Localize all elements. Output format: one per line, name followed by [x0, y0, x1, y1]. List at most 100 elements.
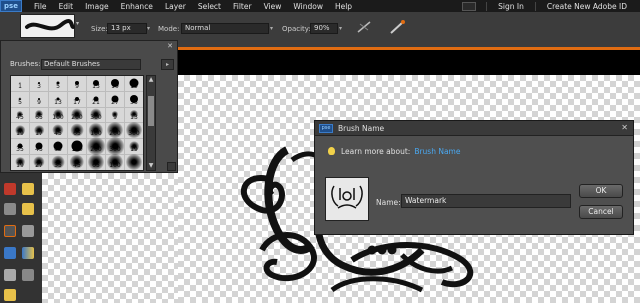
chevron-down-icon[interactable]: ▾ [270, 25, 273, 32]
brush-preset[interactable]: 1 [11, 76, 29, 91]
brush-tip-icon [111, 111, 119, 118]
brush-preset[interactable]: 200 [87, 137, 105, 155]
sign-in-link[interactable]: Sign In [493, 2, 529, 11]
brush-tip-icon [75, 80, 79, 85]
brush-preset[interactable] [125, 153, 143, 170]
close-icon[interactable]: ✕ [167, 42, 173, 50]
brush-preset[interactable]: 27 [30, 155, 48, 170]
brush-preset[interactable]: 17 [30, 123, 48, 139]
scroll-thumb[interactable] [148, 96, 154, 126]
brush-preset[interactable]: 19 [125, 139, 143, 155]
brush-preset[interactable]: 45 [49, 123, 67, 139]
brush-preset[interactable]: 300 [106, 137, 124, 155]
brush-preset[interactable]: 9 [30, 91, 48, 107]
opacity-field[interactable]: 90% [310, 23, 338, 34]
brush-preset[interactable]: 9 [68, 76, 86, 91]
brush-preset[interactable]: 65 [30, 107, 48, 123]
brush-preset[interactable]: 65 [68, 123, 86, 139]
brush-preset[interactable]: 35 [125, 91, 143, 107]
brush-preset[interactable]: 35 [11, 139, 29, 155]
gradient-tool-icon[interactable] [22, 247, 34, 259]
create-id-link[interactable]: Create New Adobe ID [542, 2, 632, 11]
brush-preset[interactable]: 100 [87, 122, 105, 139]
brush-preset[interactable]: 13 [125, 107, 143, 123]
brush-preview[interactable] [20, 14, 75, 38]
scroll-up-icon[interactable]: ▲ [147, 76, 155, 84]
menu-enhance[interactable]: Enhance [115, 2, 159, 11]
brush-name-input[interactable]: Watermark [401, 194, 571, 208]
brush-preset[interactable]: 21 [87, 91, 105, 107]
canvas-transparency [42, 173, 178, 303]
menu-filter[interactable]: Filter [227, 2, 258, 11]
brush-preset[interactable]: 45 [68, 154, 86, 170]
brush-preset[interactable]: 300 [87, 107, 105, 123]
brush-preset[interactable]: 300 [125, 122, 143, 139]
window-arrange-icon[interactable] [462, 1, 477, 11]
brush-preset[interactable]: 13 [49, 91, 67, 107]
brush-preset[interactable]: 100 [106, 153, 124, 170]
scroll-down-icon[interactable]: ▼ [147, 162, 155, 170]
brush-tip-icon [56, 81, 60, 85]
paint-bucket-tool-icon[interactable] [4, 247, 16, 259]
brush-preset[interactable]: 65 [87, 153, 105, 170]
chevron-down-icon[interactable]: ▾ [76, 20, 84, 30]
chevron-down-icon[interactable]: ▾ [339, 25, 342, 32]
menu-image[interactable]: Image [79, 2, 115, 11]
smart-brush-tool-icon[interactable] [22, 225, 34, 237]
menu-layer[interactable]: Layer [159, 2, 192, 11]
brush-set-select[interactable]: Default Brushes [41, 59, 141, 70]
brush-preset[interactable]: 45 [11, 107, 29, 123]
brush-preset[interactable]: 200 [68, 107, 86, 123]
brush-preset-grid: 1359131919591317212735456510020030091319… [10, 75, 144, 171]
shape-tool-icon[interactable] [4, 269, 16, 281]
toolbox [0, 173, 42, 303]
eraser-tool-icon[interactable] [22, 203, 34, 215]
ok-button[interactable]: OK [579, 184, 623, 198]
brush-preset[interactable]: 200 [106, 122, 124, 139]
mode-select[interactable]: Normal [181, 23, 269, 34]
brush-tool-icon[interactable] [4, 225, 16, 237]
panel-menu-icon[interactable]: ▸ [161, 59, 174, 70]
brush-preset[interactable]: 19 [125, 76, 143, 91]
brush-preset[interactable]: 19 [11, 155, 29, 170]
blur-tool-icon[interactable] [22, 269, 34, 281]
brush-preset[interactable]: 5 [11, 91, 29, 107]
brush-preset[interactable]: 35 [49, 155, 67, 170]
tablet-options-icon[interactable] [388, 19, 408, 35]
airbrush-icon[interactable] [356, 20, 374, 34]
brush-tip-icon [35, 142, 43, 150]
brush-grid-scrollbar[interactable]: ▲ ▼ [146, 75, 156, 171]
menu-select[interactable]: Select [192, 2, 227, 11]
brush-preset[interactable]: 100 [49, 107, 67, 123]
brush-preset[interactable]: 3 [30, 76, 48, 91]
brush-picker-panel: ✕ Brushes: Default Brushes ▸ 13591319195… [0, 40, 178, 173]
brush-preset[interactable]: 19 [106, 76, 124, 91]
brush-preset[interactable]: 27 [106, 91, 124, 107]
sponge-tool-icon[interactable] [4, 289, 16, 301]
menu-view[interactable]: View [258, 2, 288, 11]
resize-grip-icon[interactable] [167, 162, 176, 171]
menu-help[interactable]: Help [329, 2, 358, 11]
clone-stamp-tool-icon[interactable] [4, 203, 16, 215]
learn-more-link[interactable]: Brush Name [414, 147, 460, 156]
chevron-down-icon[interactable]: ▾ [147, 25, 150, 32]
brush-preset[interactable]: 100 [68, 139, 86, 155]
menu-file[interactable]: File [28, 2, 53, 11]
menu-edit[interactable]: Edit [53, 2, 80, 11]
brush-preset[interactable]: 13 [87, 76, 105, 91]
brush-preset[interactable]: 17 [68, 91, 86, 107]
cancel-button[interactable]: Cancel [579, 205, 623, 219]
menu-window[interactable]: Window [287, 2, 329, 11]
brush-tip-icon [51, 155, 65, 169]
name-label: Name: [376, 198, 401, 207]
brush-preset[interactable]: 45 [30, 139, 48, 155]
close-icon[interactable]: ✕ [621, 123, 628, 132]
red-eye-tool-icon[interactable] [4, 183, 16, 195]
brush-tip-icon [19, 82, 21, 84]
brush-preset[interactable]: 9 [106, 107, 124, 123]
brush-preset[interactable]: 5 [49, 76, 67, 91]
size-field[interactable]: 13 px [107, 23, 147, 34]
brush-preset[interactable]: 65 [49, 139, 67, 155]
brush-preset[interactable]: 19 [11, 123, 29, 139]
healing-tool-icon[interactable] [22, 183, 34, 195]
